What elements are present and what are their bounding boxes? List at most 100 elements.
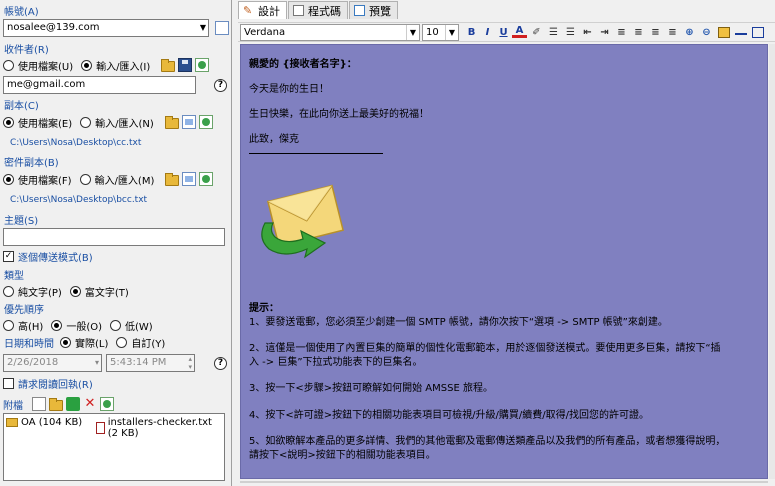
recipient-input[interactable]: me@gmail.com (3, 76, 196, 94)
cc-use-file-radio[interactable]: 使用檔案(E) (3, 115, 72, 130)
help-icon[interactable]: ? (214, 357, 227, 370)
tab-preview[interactable]: 預覽 (349, 1, 398, 19)
recipient-use-file-radio[interactable]: 使用檔案(U) (3, 58, 73, 73)
chevron-down-icon: ▼ (445, 25, 458, 40)
checkbox-checked-icon: ✓ (3, 250, 14, 262)
greeting: 親愛的 {接收者名字}： (249, 59, 357, 70)
font-color-button[interactable]: A (512, 25, 527, 38)
attachment-item[interactable]: OA (104 KB) (6, 417, 82, 428)
add-file-icon[interactable] (32, 397, 46, 411)
link-icon[interactable]: ⊕ (682, 25, 697, 40)
cc-path: C:\Users\Nosa\Desktop\cc.txt (10, 138, 142, 148)
hint-title: 提示： (249, 303, 279, 314)
edit-list-icon[interactable] (199, 172, 214, 186)
bold-button[interactable]: B (464, 25, 479, 40)
table-icon[interactable] (750, 25, 765, 40)
align-center-icon[interactable]: ≡ (631, 25, 646, 40)
body-line: 生日快樂，在此向你送上最美好的祝福！ (249, 109, 429, 120)
left-panel: 帳號(A) nosalee@139.com ▼ 收件者(R) 使用檔案(U) 輸… (0, 0, 232, 486)
type-options: 純文字(P) 富文字(T) (3, 282, 137, 300)
open-file-icon[interactable] (181, 115, 196, 129)
address-book-icon[interactable] (215, 21, 229, 35)
chevron-down-icon: ▼ (199, 23, 206, 32)
attachment-toolbar: 附檔 ✕ (3, 395, 114, 413)
horizontal-rule-icon[interactable] (733, 25, 748, 40)
editor-tabs: ✎ 設計 程式碼 預覽 (238, 1, 399, 19)
priority-high-radio[interactable]: 高(H) (3, 318, 43, 333)
bcc-options: 使用檔案(F) 輸入/匯入(M) (3, 170, 214, 188)
italic-button[interactable]: I (480, 25, 495, 40)
priority-low-radio[interactable]: 低(W) (110, 318, 153, 333)
priority-label: 優先順序 (4, 305, 44, 316)
cc-label: 副本(C) (4, 101, 39, 112)
bcc-input-import-radio[interactable]: 輸入/匯入(M) (79, 172, 154, 187)
read-receipt-checkbox[interactable]: 請求閱讀回執(R) (3, 374, 93, 392)
actual-time-radio[interactable]: 實際(L) (60, 335, 108, 350)
closing: 此致，傑克 (249, 134, 299, 145)
edit-list-icon[interactable] (100, 397, 114, 411)
hint-line: 請按下<說明>按鈕下的相關功能表項目。 (249, 450, 436, 461)
signature-line (249, 153, 383, 154)
bcc-use-file-radio[interactable]: 使用檔案(F) (3, 172, 72, 187)
editor-panel: ✎ 設計 程式碼 預覽 Verdana ▼ 10 ▼ B I U A ✐ ☰ ☰ ⇤… (234, 0, 775, 486)
format-toolbar: Verdana ▼ 10 ▼ B I U A ✐ ☰ ☰ ⇤ ⇥ ≡ ≡ ≡ ≡ ⊕… (238, 22, 775, 42)
recipient-input-import-radio[interactable]: 輸入/匯入(I) (81, 58, 150, 73)
date-input[interactable]: 2/26/2018 ▾ (3, 354, 102, 372)
highlight-icon[interactable]: ✐ (529, 25, 544, 40)
align-justify-icon[interactable]: ≡ (665, 25, 680, 40)
play-icon[interactable] (66, 397, 80, 411)
cc-input-import-radio[interactable]: 輸入/匯入(N) (80, 115, 154, 130)
align-left-icon[interactable]: ≡ (614, 25, 629, 40)
type-label: 類型 (4, 271, 24, 282)
bcc-path: C:\Users\Nosa\Desktop\bcc.txt (10, 195, 148, 205)
bcc-label: 密件副本(B) (4, 158, 59, 169)
open-folder-icon[interactable] (165, 172, 180, 186)
spinner-icon: ▴ ▾ (188, 355, 192, 371)
outdent-icon[interactable]: ⇤ (580, 25, 595, 40)
message-body-editor[interactable]: 親愛的 {接收者名字}： 今天是你的生日！ 生日快樂，在此向你送上最美好的祝福！… (240, 44, 768, 479)
hint-line: 4、按下<許可證>按鈕下的相關功能表項目可檢視/升級/購買/續費/取得/找回您的… (249, 410, 649, 421)
document-icon (293, 5, 304, 16)
horizontal-scrollbar[interactable] (240, 481, 768, 483)
subject-input[interactable] (3, 228, 225, 246)
envelope-icon (261, 184, 344, 259)
priority-options: 高(H) 一般(O) 低(W) (3, 316, 161, 334)
attachment-label: 附檔 (3, 400, 23, 412)
add-folder-icon[interactable] (49, 397, 63, 411)
hint-line: 3、按一下<步驟>按鈕可瞭解如何開始 AMSSE 旅程。 (249, 383, 493, 394)
edit-list-icon[interactable] (198, 115, 213, 129)
numbered-list-icon[interactable]: ☰ (546, 25, 561, 40)
help-icon[interactable]: ? (214, 79, 227, 92)
delete-icon[interactable]: ✕ (83, 397, 97, 411)
align-right-icon[interactable]: ≡ (648, 25, 663, 40)
open-folder-icon[interactable] (164, 115, 179, 129)
tab-code[interactable]: 程式碼 (288, 1, 348, 19)
insert-image-icon[interactable] (716, 25, 731, 40)
time-input[interactable]: 5:43:14 PM ▴ ▾ (106, 354, 195, 372)
indent-icon[interactable]: ⇥ (597, 25, 612, 40)
account-select[interactable]: nosalee@139.com ▼ (3, 19, 209, 37)
font-size-select[interactable]: 10 ▼ (422, 24, 459, 41)
chevron-down-icon: ▼ (406, 25, 419, 40)
open-file-icon[interactable] (182, 172, 197, 186)
cc-options: 使用檔案(E) 輸入/匯入(N) (3, 113, 213, 131)
unlink-icon[interactable]: ⊖ (699, 25, 714, 40)
plain-text-radio[interactable]: 純文字(P) (3, 284, 62, 299)
open-folder-icon[interactable] (161, 58, 176, 72)
vertical-scrollbar[interactable] (769, 44, 775, 479)
priority-normal-radio[interactable]: 一般(O) (51, 318, 102, 333)
attachment-item[interactable]: installers-checker.txt (2 KB) (96, 417, 224, 439)
edit-list-icon[interactable] (195, 58, 210, 72)
underline-button[interactable]: U (496, 25, 511, 40)
rich-text-radio[interactable]: 富文字(T) (69, 284, 129, 299)
attachment-list[interactable]: OA (104 KB) installers-checker.txt (2 KB… (3, 413, 225, 481)
tab-design[interactable]: ✎ 設計 (238, 1, 287, 19)
account-label: 帳號(A) (4, 7, 39, 18)
custom-time-radio[interactable]: 自訂(Y) (116, 335, 165, 350)
one-by-one-checkbox[interactable]: ✓ 逐個傳送模式(B) (3, 247, 93, 265)
bullet-list-icon[interactable]: ☰ (563, 25, 578, 40)
save-icon[interactable] (178, 58, 193, 72)
font-select[interactable]: Verdana ▼ (240, 24, 420, 41)
hint-line: 1、要發送電郵，您必須至少創建一個 SMTP 帳號，請你次按下“選項 -> SM… (249, 317, 668, 328)
hint-line: 5、如欲瞭解本產品的更多詳情、我們的其他電郵及電郵傳送類產品以及我們的所有產品，… (249, 436, 726, 447)
